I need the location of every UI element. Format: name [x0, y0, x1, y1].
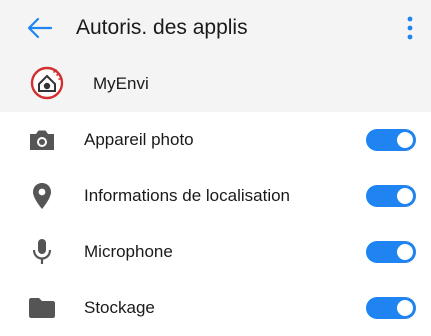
- permission-label: Stockage: [84, 298, 155, 317]
- myenvi-logo-icon: [30, 66, 64, 100]
- permission-row-camera[interactable]: Appareil photo: [0, 112, 431, 168]
- toggle-knob: [397, 132, 413, 148]
- toggle-knob: [397, 188, 413, 204]
- microphone-icon: [28, 238, 56, 266]
- app-name: MyEnvi: [93, 74, 149, 93]
- camera-toggle[interactable]: [366, 129, 416, 151]
- permission-label: Microphone: [84, 242, 173, 261]
- permission-row-storage[interactable]: Stockage: [0, 280, 431, 336]
- storage-toggle[interactable]: [366, 297, 416, 319]
- toggle-knob: [397, 244, 413, 260]
- page-title: Autoris. des applis: [76, 16, 248, 39]
- toggle-knob: [397, 300, 413, 316]
- permission-label: Appareil photo: [84, 130, 194, 149]
- permission-row-microphone[interactable]: Microphone: [0, 224, 431, 280]
- location-toggle[interactable]: [366, 185, 416, 207]
- location-pin-icon: [28, 182, 56, 210]
- folder-icon: [28, 294, 56, 322]
- more-vert-icon: [407, 16, 413, 40]
- permission-row-location[interactable]: Informations de localisation: [0, 168, 431, 224]
- back-button[interactable]: [22, 13, 58, 43]
- permission-label: Informations de localisation: [84, 186, 291, 205]
- app-info-row: MyEnvi: [0, 56, 431, 112]
- app-bar: Autoris. des applis: [0, 0, 431, 56]
- more-options-button[interactable]: [398, 10, 422, 46]
- camera-icon: [28, 126, 56, 154]
- microphone-toggle[interactable]: [366, 241, 416, 263]
- arrow-left-icon: [27, 17, 53, 39]
